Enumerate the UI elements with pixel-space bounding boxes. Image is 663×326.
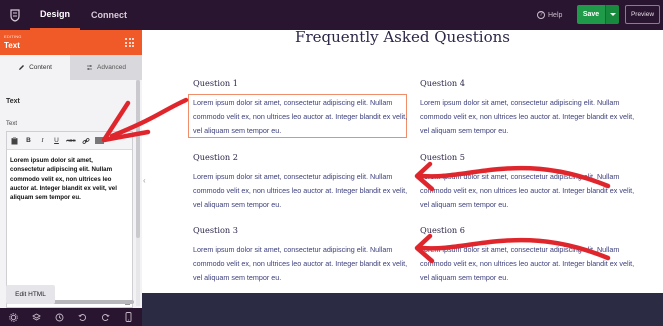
faq-answer[interactable]: Lorem ipsum dolor sit amet, consectetur …: [193, 170, 413, 211]
tab-advanced-label: Advanced: [97, 64, 126, 71]
sliders-icon: [87, 65, 93, 70]
panel-tabs: Content Advanced: [0, 55, 142, 80]
footer-section: [142, 293, 663, 326]
panel-scrollbar-thumb[interactable]: [136, 80, 140, 238]
italic-button[interactable]: I: [38, 136, 47, 146]
save-button[interactable]: Save: [577, 5, 605, 24]
tab-content[interactable]: Content: [0, 55, 70, 80]
layers-icon[interactable]: [32, 312, 42, 322]
save-group: Save: [577, 5, 619, 24]
faq-question: Question 3: [193, 225, 238, 235]
paste-icon[interactable]: [10, 136, 19, 146]
save-options-button[interactable]: [605, 5, 619, 24]
section-title: Text: [6, 98, 20, 105]
faq-answer[interactable]: Lorem ipsum dolor sit amet, consectetur …: [420, 243, 640, 284]
help-icon: ?: [537, 11, 545, 19]
kitchen-sink-icon[interactable]: [95, 137, 104, 144]
bold-button[interactable]: B: [24, 136, 33, 146]
faq-question: Question 6: [420, 225, 465, 235]
faq-question: Question 4: [420, 78, 465, 88]
help-label: Help: [548, 11, 563, 19]
tab-connect[interactable]: Connect: [84, 0, 134, 30]
strikethrough-button[interactable]: ABC: [66, 136, 76, 146]
faq-answer[interactable]: Lorem ipsum dolor sit amet, consectetur …: [193, 96, 413, 137]
history-icon[interactable]: [55, 312, 65, 322]
link-icon[interactable]: [81, 136, 90, 146]
faq-question: Question 1: [193, 78, 238, 88]
tab-content-label: Content: [29, 64, 52, 71]
faq-answer[interactable]: Lorem ipsum dolor sit amet, consectetur …: [193, 243, 413, 284]
tab-design[interactable]: Design: [30, 0, 80, 30]
editor-toolbar: B I U ABC: [7, 132, 132, 150]
tab-advanced[interactable]: Advanced: [70, 55, 142, 80]
settings-icon[interactable]: [9, 312, 19, 322]
help-link[interactable]: ? Help: [537, 0, 562, 30]
mobile-icon[interactable]: [124, 312, 134, 322]
top-bar: Design Connect ? Help Save Preview: [0, 0, 663, 30]
editing-title: Text: [4, 41, 20, 50]
builder-app: Design Connect ? Help Save Preview EDITI…: [0, 0, 663, 326]
page-title: Frequently Asked Questions: [295, 28, 510, 46]
faq-answer[interactable]: Lorem ipsum dolor sit amet, consectetur …: [420, 96, 640, 137]
undo-icon[interactable]: [78, 312, 88, 322]
redo-icon[interactable]: [101, 312, 111, 322]
logo-icon[interactable]: [0, 0, 30, 30]
editor-content[interactable]: Lorem ipsum dolor sit amet, consectetur …: [10, 156, 128, 202]
faq-question: Question 2: [193, 152, 238, 162]
faq-answer[interactable]: Lorem ipsum dolor sit amet, consectetur …: [420, 170, 640, 211]
grid-dots-icon[interactable]: [125, 38, 134, 47]
panel-header: EDITING Text: [0, 30, 142, 55]
bottom-toolbar: [0, 308, 142, 326]
editing-label: EDITING: [4, 34, 22, 39]
preview-button[interactable]: Preview: [625, 5, 660, 24]
chevron-left-icon[interactable]: ‹: [143, 176, 146, 185]
pencil-icon: [19, 65, 25, 70]
faq-question: Question 5: [420, 152, 465, 162]
chevron-down-icon: [609, 13, 616, 16]
settings-panel: EDITING Text Content Advanced Text Text …: [0, 30, 142, 326]
underline-button[interactable]: U: [52, 136, 61, 146]
text-editor[interactable]: B I U ABC Lorem ipsum dolor sit amet, co…: [6, 131, 133, 308]
edit-html-button[interactable]: Edit HTML: [6, 285, 55, 304]
text-field-label: Text: [6, 121, 18, 127]
